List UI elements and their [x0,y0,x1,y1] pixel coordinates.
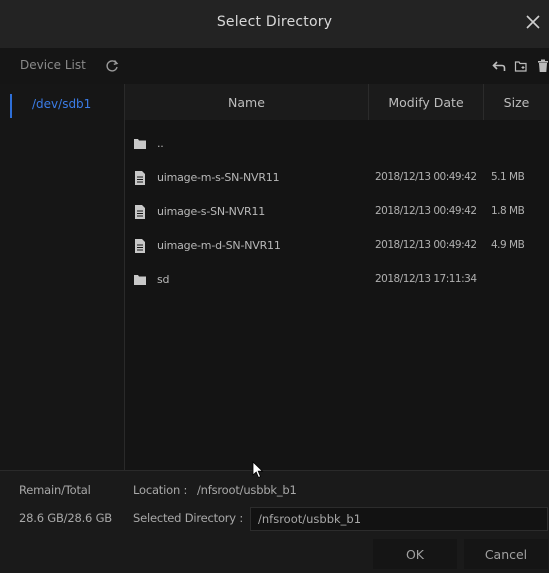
folder-icon [134,139,146,149]
title-bar: Select Directory [0,0,549,48]
file-modify-date: 2018/12/13 00:49:42 [375,171,477,183]
delete-icon [538,59,548,72]
file-icon [135,205,145,219]
file-icon [135,239,145,253]
refresh-button[interactable] [104,58,120,74]
table-row[interactable]: uimage-s-SN-NVR11 2018/12/13 00:49:42 1.… [125,196,549,230]
refresh-icon [106,60,119,72]
table-row[interactable]: sd 2018/12/13 17:11:34 [125,264,549,298]
folder-icon [134,275,146,285]
close-button[interactable] [521,10,545,34]
table-row[interactable]: uimage-m-d-SN-NVR11 2018/12/13 00:49:42 … [125,230,549,264]
selected-directory-value: /nfsroot/usbbk_b1 [258,512,362,526]
dialog-title: Select Directory [216,14,333,30]
back-icon [492,61,506,71]
remain-total-label: Remain/Total [19,483,91,497]
dialog-footer: Remain/Total 28.6 GB/28.6 GB Location : … [0,470,549,573]
device-item-label: /dev/sdb1 [32,97,92,111]
table-row[interactable]: uimage-m-s-SN-NVR11 2018/12/13 00:49:42 … [125,162,549,196]
device-list-label: Device List [20,58,86,72]
file-size: 5.1 MB [491,171,525,183]
cancel-button[interactable]: Cancel [464,539,548,569]
remain-total-value: 28.6 GB/28.6 GB [19,511,112,525]
file-name: uimage-m-s-SN-NVR11 [157,171,280,184]
file-size: 1.8 MB [491,205,525,217]
selected-directory-field[interactable]: /nfsroot/usbbk_b1 [250,507,548,531]
file-name: sd [157,273,170,286]
ok-button[interactable]: OK [373,539,457,569]
column-header-name[interactable]: Name [125,84,368,120]
select-directory-dialog: Select Directory Device List /dev/sdb1 N… [0,0,549,573]
location-value: /nfsroot/usbbk_b1 [197,483,297,497]
file-modify-date: 2018/12/13 00:49:42 [375,205,477,217]
mouse-cursor-icon [252,461,264,479]
file-modify-date: 2018/12/13 00:49:42 [375,239,477,251]
new-folder-button[interactable] [514,58,528,72]
file-icon [135,171,145,185]
file-name: uimage-s-SN-NVR11 [157,205,266,218]
selected-directory-label: Selected Directory : [133,511,244,525]
column-header-size[interactable]: Size [484,84,549,120]
file-modify-date: 2018/12/13 17:11:34 [375,273,477,285]
column-header-modify-date[interactable]: Modify Date [369,84,483,120]
close-icon [526,15,540,29]
new-folder-icon [514,61,527,72]
device-list-panel: /dev/sdb1 [0,84,125,470]
device-item-sdb1[interactable]: /dev/sdb1 [10,94,125,118]
file-table-header: Name Modify Date Size [125,84,549,120]
file-size: 4.9 MB [491,239,525,251]
file-name: uimage-m-d-SN-NVR11 [157,239,281,252]
table-row[interactable]: .. [125,128,549,162]
location-label: Location : [133,483,188,497]
file-list-panel: Name Modify Date Size .. uimage-m-s-SN-N… [125,84,549,470]
delete-button[interactable] [536,58,549,72]
file-name: .. [157,137,164,150]
toolbar: Device List [0,48,549,84]
back-button[interactable] [492,58,506,72]
